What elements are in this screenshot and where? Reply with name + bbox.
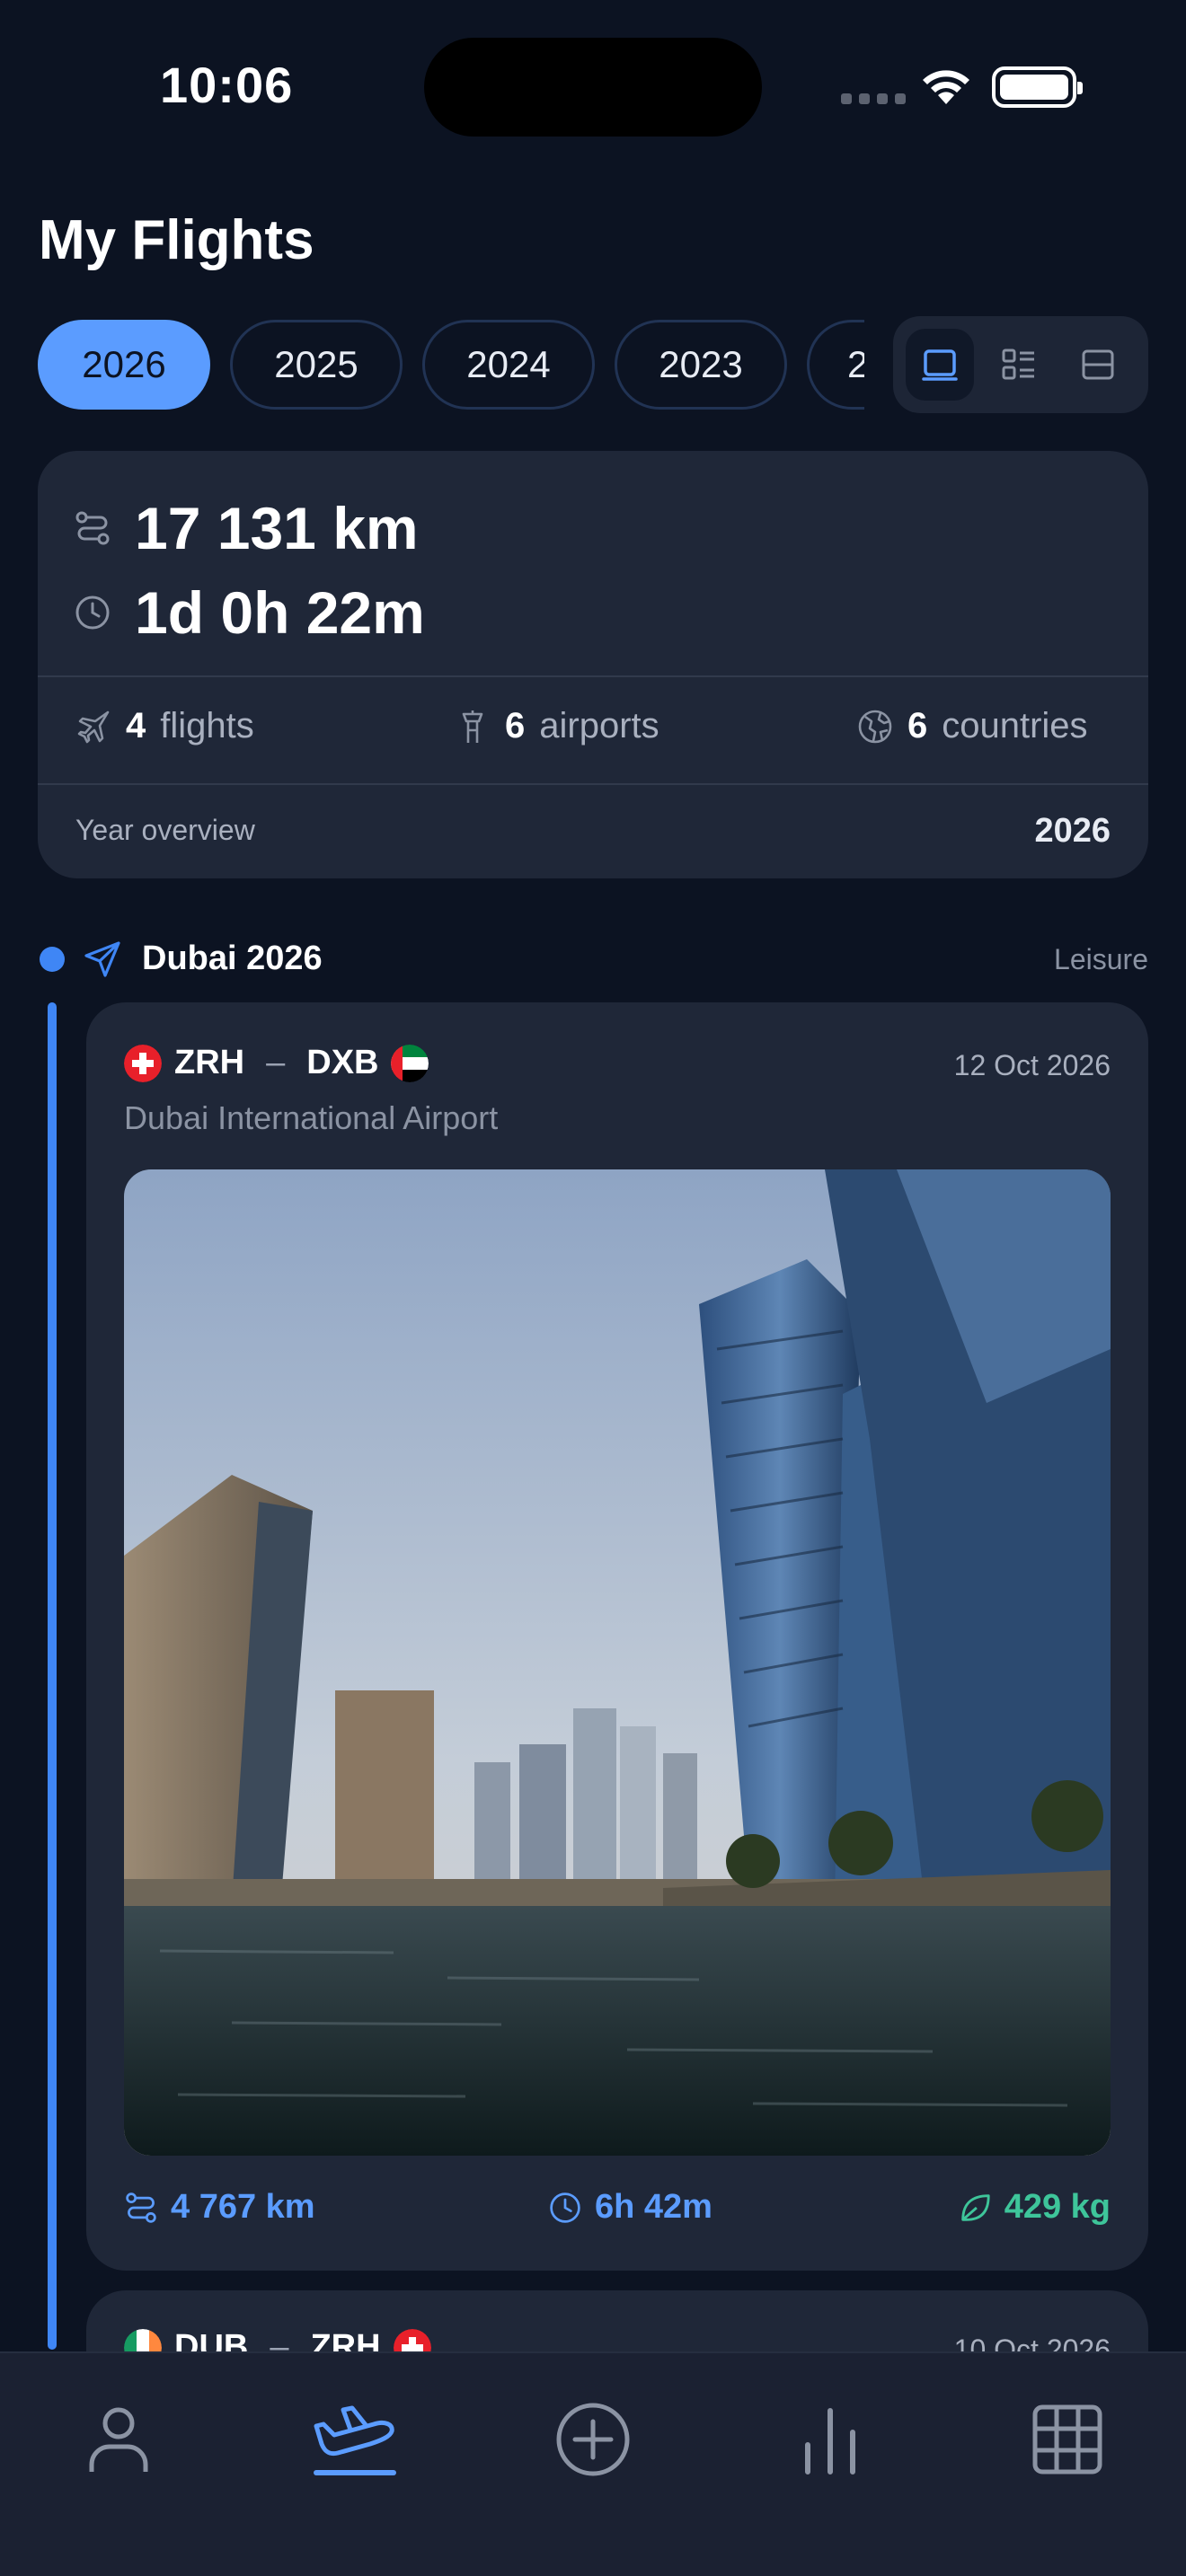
flight-route: ZRH – DXB <box>124 1044 429 1082</box>
total-distance: 17 131 km <box>135 495 419 561</box>
control-tower-icon <box>462 710 483 743</box>
tab-profile[interactable] <box>65 2395 173 2484</box>
destination-code: DXB <box>306 1044 379 1081</box>
flights-count: 4 <box>126 706 146 745</box>
year-tab-2022[interactable]: 2 <box>807 320 864 410</box>
flight-date: 12 Oct 2026 <box>953 1049 1111 1081</box>
tab-flights[interactable] <box>302 2395 410 2484</box>
year-tab-2026[interactable]: 2026 <box>38 320 210 410</box>
airports-label: airports <box>539 706 659 745</box>
clock-icon <box>75 595 110 630</box>
globe-icon <box>858 710 892 743</box>
tab-add-flight[interactable] <box>539 2395 647 2484</box>
flight-co2-value: 429 kg <box>1004 2188 1111 2226</box>
year-tabs: 2026 2025 2024 2023 2 <box>38 320 864 410</box>
card-view-icon <box>922 349 958 381</box>
battery-icon <box>992 66 1083 108</box>
timeline-dot <box>40 947 65 972</box>
flight-duration: 6h 42m <box>548 2188 712 2227</box>
year-tab-2023[interactable]: 2023 <box>615 320 787 410</box>
duration-row: 1d 0h 22m <box>74 578 425 647</box>
leaf-icon <box>960 2193 990 2221</box>
flights-label: flights <box>160 706 254 745</box>
trip-type: Leisure <box>1054 943 1148 975</box>
year-tab-2024[interactable]: 2024 <box>422 320 595 410</box>
plane-icon <box>77 710 110 743</box>
year-tab-2025[interactable]: 2025 <box>230 320 403 410</box>
paper-plane-icon <box>84 941 120 977</box>
wifi-icon <box>923 70 969 104</box>
stats-icon <box>805 2408 855 2475</box>
countries-stat: 6 countries <box>857 706 1088 746</box>
divider <box>38 675 1148 677</box>
airports-stat: 6 airports <box>455 706 659 746</box>
route-icon <box>126 2192 156 2223</box>
countries-label: countries <box>942 706 1088 745</box>
flight-duration-value: 6h 42m <box>595 2188 712 2226</box>
add-icon <box>556 2403 630 2476</box>
uae-flag-icon <box>391 1044 429 1082</box>
tab-statistics[interactable] <box>776 2395 884 2484</box>
total-duration: 1d 0h 22m <box>135 579 425 646</box>
status-time: 10:06 <box>160 57 294 113</box>
route-dash: – <box>266 1044 286 1081</box>
year-overview-card[interactable]: 17 131 km 1d 0h 22m Year overview 2026 <box>38 451 1148 878</box>
airports-count: 6 <box>505 706 526 745</box>
clock-icon <box>550 2192 580 2223</box>
flights-stat: 4 flights <box>75 706 254 746</box>
year-overview-year: 2026 <box>1034 812 1111 850</box>
profile-icon <box>89 2407 148 2472</box>
destination-airport: Dubai International Airport <box>124 1099 499 1136</box>
trip-name[interactable]: Dubai 2026 <box>142 940 323 978</box>
dynamic-island <box>424 38 762 137</box>
page-title: My Flights <box>39 209 314 271</box>
card-view-button[interactable] <box>906 329 974 401</box>
tab-grid[interactable] <box>1013 2395 1121 2484</box>
compact-view-button[interactable] <box>1064 329 1132 401</box>
origin-code: ZRH <box>174 1044 245 1081</box>
flights-icon <box>314 2405 396 2475</box>
flight-co2: 429 kg <box>958 2188 1111 2227</box>
list-view-button[interactable] <box>985 329 1053 401</box>
distance-row: 17 131 km <box>74 494 419 562</box>
flight-distance-value: 4 767 km <box>171 2188 315 2226</box>
timeline-line <box>48 1002 57 2350</box>
divider <box>38 783 1148 785</box>
flight-card[interactable]: ZRH – DXB 12 Oct 2026 Dubai Internationa… <box>86 1002 1148 2271</box>
tab-bar <box>0 2351 1186 2576</box>
cellular-signal-icon <box>841 93 906 104</box>
year-overview-label: Year overview <box>75 814 255 846</box>
status-bar: 10:06 <box>0 0 1186 171</box>
flight-distance: 4 767 km <box>124 2188 315 2227</box>
route-icon <box>75 511 110 545</box>
switzerland-flag-icon <box>124 1044 162 1082</box>
destination-photo[interactable] <box>124 1169 1111 2156</box>
grid-icon <box>1032 2404 1102 2475</box>
countries-count: 6 <box>907 706 928 745</box>
list-view-icon <box>1002 348 1034 380</box>
view-toggle <box>893 316 1148 413</box>
compact-view-icon <box>1082 349 1114 380</box>
